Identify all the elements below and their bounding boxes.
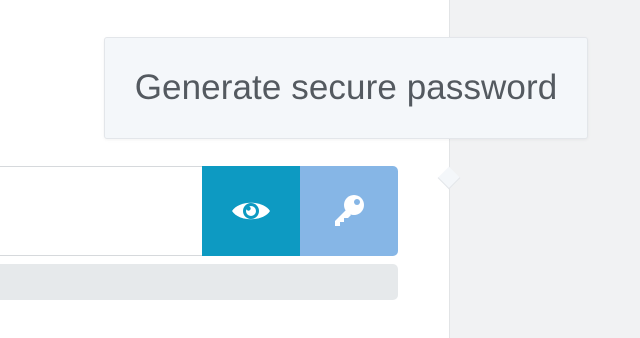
generate-password-button[interactable] [300,166,398,256]
tooltip-text: Generate secure password [134,68,558,107]
key-icon [329,191,369,231]
tooltip: Generate secure password [104,37,588,190]
show-password-button[interactable] [202,166,300,256]
password-input[interactable] [0,166,206,256]
eye-icon [230,197,272,225]
password-strength-meter [0,264,398,300]
